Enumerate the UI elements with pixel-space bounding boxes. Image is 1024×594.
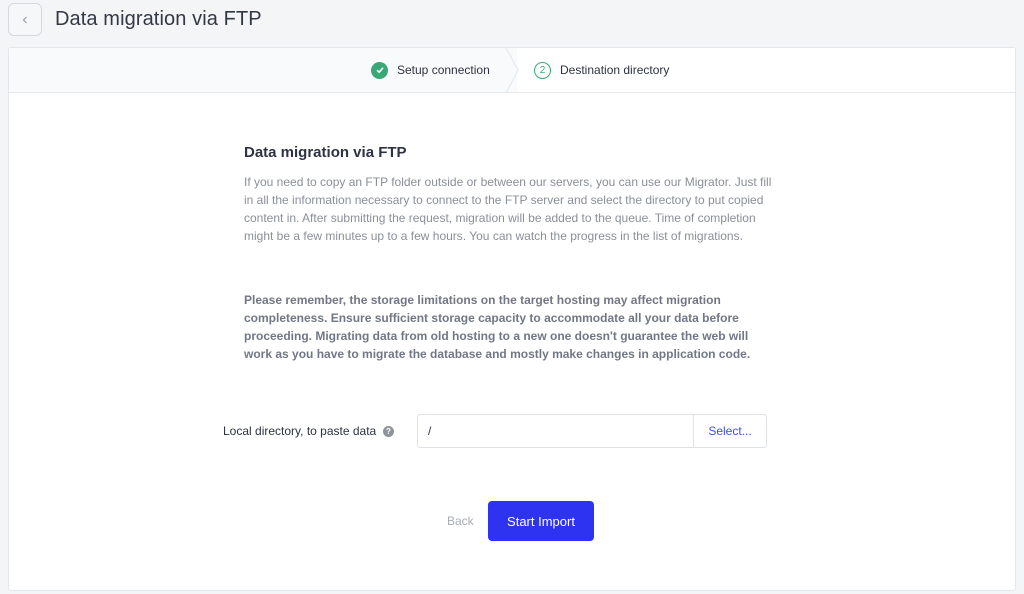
select-directory-button[interactable]: Select... (693, 414, 767, 448)
step-destination-directory[interactable]: 2 Destination directory (534, 48, 669, 92)
intro-text: If you need to copy an FTP folder outsid… (244, 175, 772, 243)
step-number-badge: 2 (534, 61, 551, 79)
back-link[interactable]: Back (447, 501, 474, 541)
step-setup-connection[interactable]: Setup connection (371, 48, 490, 92)
step-label: Destination directory (560, 63, 670, 77)
local-directory-input[interactable] (417, 414, 694, 448)
content-section: Data migration via FTP If you need to co… (244, 144, 774, 363)
step-label: Setup connection (397, 63, 490, 77)
question-circle-icon[interactable]: ? (383, 426, 394, 437)
local-directory-row: Local directory, to paste data ? Select.… (223, 414, 783, 448)
stepper: Setup connection 2 Destination directory (9, 48, 1015, 93)
step-separator-arrow (506, 48, 519, 93)
page-header: Data migration via FTP (0, 0, 1024, 40)
chevron-left-icon (22, 16, 27, 23)
storage-notice: Please remember, the storage limitations… (244, 293, 751, 361)
page-title: Data migration via FTP (55, 8, 262, 30)
section-title: Data migration via FTP (244, 144, 407, 161)
start-import-button[interactable]: Start Import (488, 501, 594, 541)
back-button[interactable] (8, 3, 42, 36)
migration-card: Setup connection 2 Destination directory… (8, 47, 1016, 591)
check-circle-icon (371, 61, 388, 79)
form-actions: Back Start Import (9, 501, 1015, 541)
local-directory-label: Local directory, to paste data (223, 424, 377, 438)
